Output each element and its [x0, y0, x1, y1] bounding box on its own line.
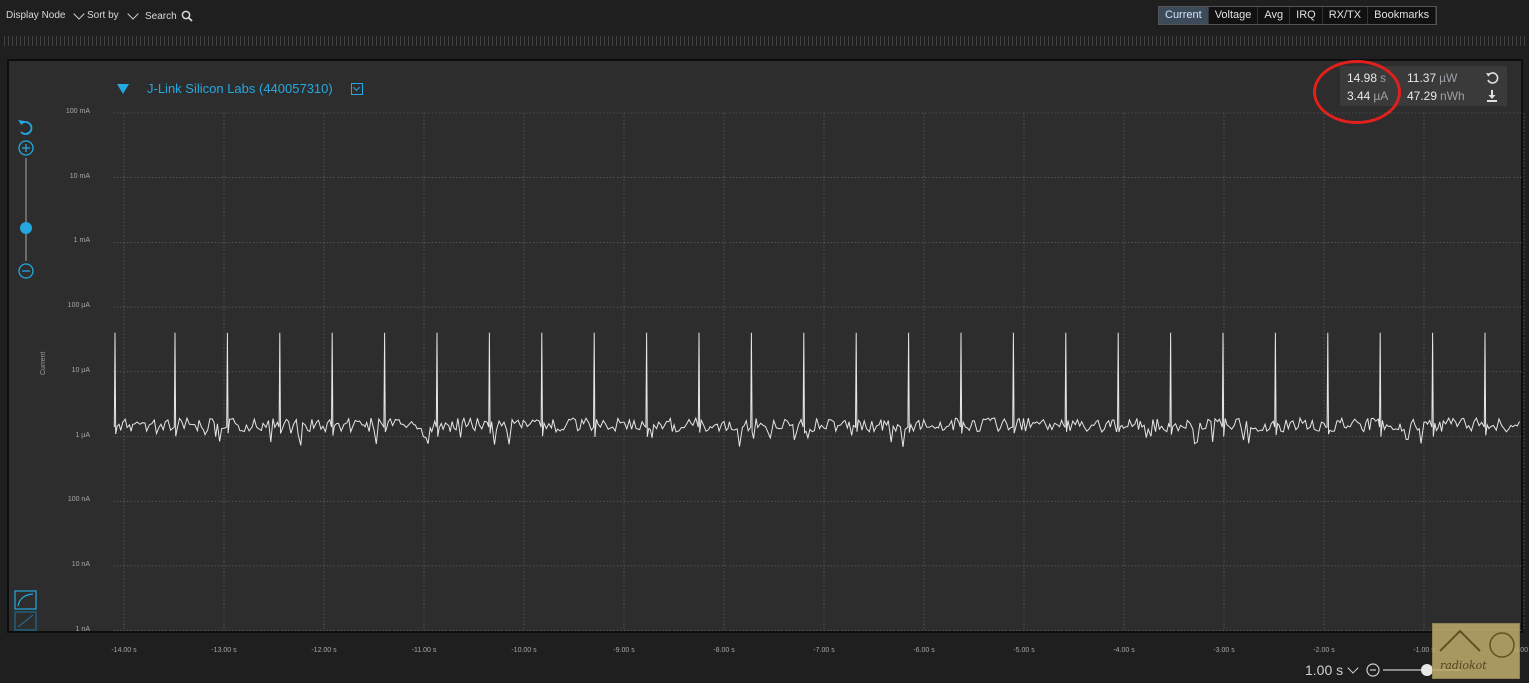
time-scale-value: 1.00 s [1305, 662, 1344, 678]
x-tick-label: -10.00 s [511, 647, 537, 654]
y-tick-label: 10 µA [71, 366, 90, 374]
x-tick-label: -4.00 s [1113, 647, 1135, 654]
watermark-text: radiokot [1440, 659, 1487, 672]
y-tick-label: 1 µA [75, 431, 90, 439]
current-chart[interactable] [0, 0, 1529, 683]
x-tick-label: -6.00 s [913, 647, 935, 654]
x-tick-label: -11.00 s [411, 647, 437, 654]
x-tick-label: -5.00 s [1013, 647, 1035, 654]
chevron-down-icon [1347, 662, 1359, 674]
y-tick-label: 10 nA [71, 560, 90, 568]
radiokot-watermark: radiokot [1431, 622, 1521, 680]
x-tick-label: -14.00 s [111, 647, 137, 654]
x-tick-label: -7.00 s [813, 647, 835, 654]
y-tick-label: 100 µA [67, 302, 90, 310]
current-trace [113, 332, 1520, 447]
y-tick-label: 100 mA [65, 108, 90, 115]
x-tick-label: -2.00 s [1313, 647, 1335, 654]
scale-out-icon[interactable] [1366, 663, 1380, 677]
x-tick-label: -13.00 s [211, 647, 237, 654]
x-tick-label: -9.00 s [613, 647, 635, 654]
x-tick-label: -3.00 s [1213, 647, 1235, 654]
y-tick-label: 10 mA [69, 172, 90, 180]
y-tick-label: 1 nA [75, 625, 90, 633]
y-tick-label: 100 nA [67, 496, 90, 504]
x-tick-label: -12.00 s [311, 647, 337, 654]
x-tick-label: -8.00 s [713, 647, 735, 654]
y-tick-label: 1 mA [73, 237, 90, 245]
